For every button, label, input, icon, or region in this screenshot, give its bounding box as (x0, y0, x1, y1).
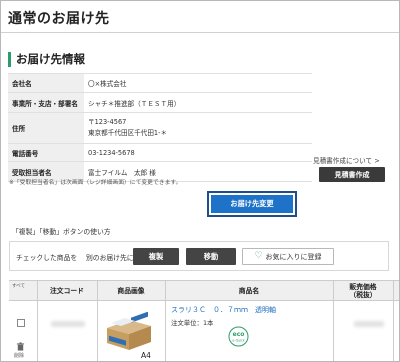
chevron-right-icon: > (374, 157, 380, 165)
copy-button[interactable]: 複製 (133, 248, 179, 265)
phone-label: 電話番号 (8, 143, 84, 162)
column-divider (393, 281, 394, 361)
page-frame: 通常のお届け先 お届け先情報 会社名 〇×株式会社 事業所・支店・部署名 シャチ… (0, 0, 400, 362)
add-favorite-label: お気に入りに登録 (265, 252, 322, 261)
add-favorite-button[interactable]: ♡ お気に入りに登録 (242, 248, 334, 265)
change-address-button[interactable]: お届け先変更 (211, 195, 293, 213)
address-value: 〒123-4567 東京都千代田区千代田1-＊ (84, 112, 312, 144)
column-divider (37, 281, 38, 361)
title-divider (1, 32, 399, 33)
eco-badge-icon: eco e-Quick (228, 326, 249, 347)
create-estimate-button[interactable]: 見積書作成 (319, 167, 385, 182)
postal-code: 〒123-4567 (88, 118, 127, 126)
department-value: シャチ＊推進部（ＴＥＳＴ用） (84, 92, 312, 113)
header-order-code: 注文コード (50, 287, 84, 295)
column-divider (97, 281, 98, 361)
company-value: 〇×株式会社 (84, 73, 312, 93)
change-address-focus-ring: お届け先変更 (207, 191, 297, 217)
info-row-phone: 電話番号 03-1234-5678 (8, 143, 312, 162)
header-product-image: 商品画像 (117, 287, 145, 295)
checked-items-label: チェックした商品を (16, 254, 78, 262)
column-divider (333, 281, 334, 361)
info-row-company: 会社名 〇×株式会社 (8, 73, 312, 93)
delivery-info-table: 会社名 〇×株式会社 事業所・支店・部署名 シャチ＊推進部（ＴＥＳＴ用） 住所 … (8, 73, 312, 182)
eco-badge-text: eco (233, 331, 245, 338)
price-value (354, 321, 384, 327)
estimate-info-link[interactable]: 見積書作成について > (313, 155, 380, 165)
delete-label[interactable]: 削除 (14, 352, 24, 359)
company-label: 会社名 (8, 73, 84, 93)
street-address: 東京都千代田区千代田1-＊ (88, 129, 168, 137)
department-label: 事業所・支店・部署名 (8, 92, 84, 113)
product-name-link[interactable]: スラリ３Ｃ ０．７ｍｍ 透明軸 (171, 305, 276, 315)
section-accent-bar (8, 51, 11, 67)
header-price-label: 販売価格 (349, 283, 377, 291)
other-address-label: 別のお届け先に (86, 254, 134, 262)
move-button[interactable]: 移動 (186, 248, 236, 265)
recipient-note: ※「受取担当者名」は次画面（レジ詳細画面）にて変更できます。 (9, 180, 182, 186)
table-header: すべて 注文コード 商品画像 商品名 販売価格 （税抜） (9, 281, 399, 301)
header-product-name: 商品名 (238, 287, 260, 295)
trash-icon[interactable] (16, 342, 25, 351)
info-row-department: 事業所・支店・部署名 シャチ＊推進部（ＴＥＳＴ用） (8, 92, 312, 113)
cart-table: すべて 注文コード 商品画像 商品名 販売価格 （税抜） 削除 A4 スラリ３Ｃ… (9, 280, 399, 361)
address-label: 住所 (8, 112, 84, 144)
column-divider (165, 281, 166, 361)
estimate-info-link-text[interactable]: 見積書作成について (313, 157, 372, 165)
phone-value: 03-1234-5678 (84, 143, 312, 162)
section-title: お届け先情報 (16, 52, 85, 66)
order-code-value (51, 321, 85, 327)
header-price-tax-note: （税抜） (349, 291, 377, 299)
bulk-action-bar: チェックした商品を 別のお届け先に 複製 移動 ♡ お気に入りに登録 (9, 241, 389, 271)
heart-icon: ♡ (254, 251, 263, 261)
header-price: 販売価格 （税抜） (333, 281, 393, 301)
eco-badge-subtext: e-Quick (232, 339, 244, 343)
page-title: 通常のお届け先 (8, 11, 110, 27)
info-row-address: 住所 〒123-4567 東京都千代田区千代田1-＊ (8, 112, 312, 144)
select-all-label[interactable]: すべて (12, 283, 25, 289)
section-header: お届け先情報 (8, 51, 85, 67)
product-image (107, 312, 151, 350)
row-checkbox[interactable] (17, 319, 25, 327)
product-image-caption: A4 (141, 351, 151, 360)
copy-move-help-link[interactable]: 「複製」「移動」ボタンの使い方 (12, 226, 111, 236)
order-unit: 注文単位：1本 (171, 319, 214, 327)
